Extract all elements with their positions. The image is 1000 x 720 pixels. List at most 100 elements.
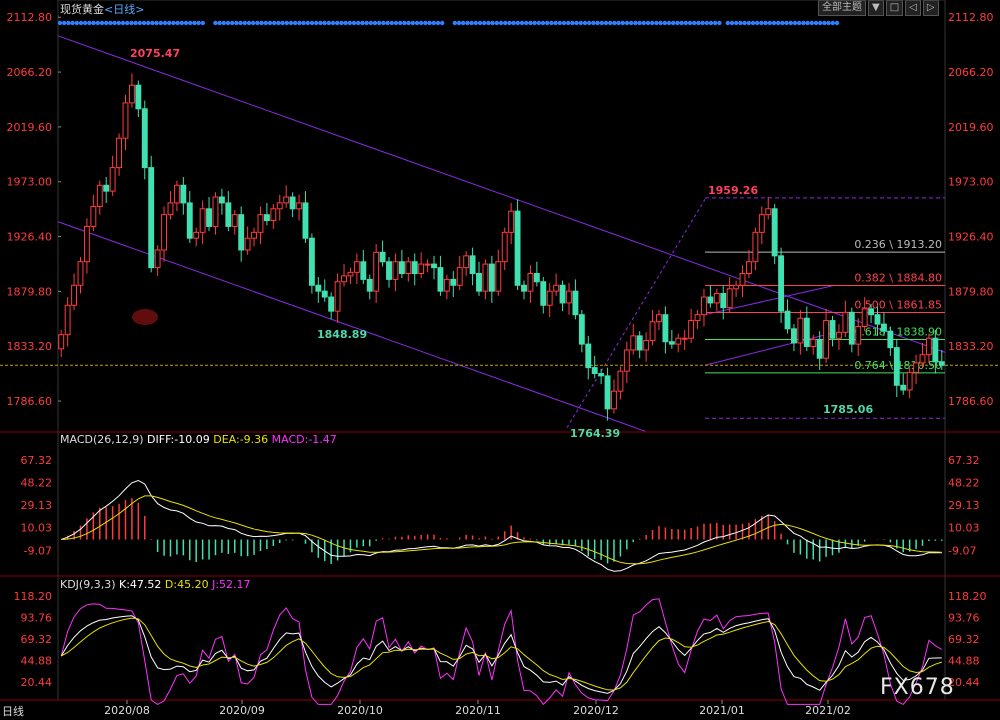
candle-body (836, 331, 842, 339)
price-chart[interactable]: 2112.80 2112.80 2066.20 2066.20 2019.60 2019.… (0, 0, 1000, 720)
event-dot (255, 20, 260, 26)
event-dot (406, 20, 411, 26)
candle-body (707, 296, 714, 304)
event-dot (129, 20, 134, 26)
candle-body (128, 84, 135, 104)
macd-tick-right: 67.32 (948, 454, 980, 467)
event-dot (61, 20, 67, 26)
fib-label: 0.236 \ 1913.20 (854, 238, 942, 251)
event-dot (595, 20, 600, 26)
event-dot (679, 20, 684, 26)
kdj-tick-left: 20.44 (21, 676, 53, 689)
candle-body (443, 278, 450, 292)
event-dot (167, 20, 172, 26)
price-tick-right: 1973.00 (948, 176, 994, 189)
event-dot (767, 20, 772, 26)
event-dot (410, 20, 415, 26)
candle-body (913, 362, 920, 373)
event-dot (675, 20, 680, 26)
candle-body (141, 108, 148, 169)
macd-diff-label: DIFF:-10.09 (147, 433, 210, 446)
macd-dea-label: DEA:-9.36 (213, 433, 269, 446)
event-dot (91, 20, 96, 26)
event-dot (242, 20, 247, 26)
candle-body (656, 314, 662, 323)
kdj-k-label: K:47.52 (119, 578, 162, 591)
event-dot (146, 20, 151, 26)
candle-body (617, 370, 624, 392)
price-tick-left: 2112.80 (7, 11, 53, 24)
event-dot (788, 20, 793, 26)
event-dot (742, 20, 747, 26)
event-dot (771, 20, 777, 26)
candle-body (726, 288, 733, 309)
event-dot (66, 20, 71, 26)
event-dot (225, 20, 231, 26)
candle-body (906, 371, 913, 391)
candle-body (919, 354, 926, 364)
event-dot (629, 20, 634, 26)
candle-body (109, 167, 116, 192)
candle-body (681, 337, 688, 340)
event-dot (246, 20, 252, 26)
event-dot (335, 20, 340, 26)
event-dot (141, 20, 147, 26)
candle-body (578, 314, 585, 345)
highlight-marker (132, 309, 158, 326)
event-dot (561, 20, 567, 26)
event-dot (608, 20, 613, 26)
price-tick-left: 1973.00 (7, 176, 53, 189)
event-dot (74, 20, 80, 26)
event-dot (494, 20, 499, 26)
kdj-tick-left: 44.88 (21, 655, 53, 668)
event-dot (364, 20, 369, 26)
candle-body (328, 296, 335, 312)
candle-body (746, 261, 752, 275)
event-dot (574, 20, 579, 26)
x-tick-label: 2020/09 (219, 704, 265, 717)
candle-body (225, 202, 232, 227)
event-dot (288, 20, 294, 26)
event-dot (549, 20, 554, 26)
candle-body (713, 293, 720, 304)
event-dot (125, 20, 130, 26)
candle-body (694, 314, 701, 322)
period-tab[interactable]: 日线 (2, 703, 24, 719)
candle-body (810, 338, 817, 347)
event-dot (746, 20, 751, 26)
event-dot (671, 20, 676, 26)
candle-body (611, 390, 617, 410)
event-dot (616, 20, 621, 26)
candle-body (482, 263, 489, 292)
price-tick-right: 1879.80 (948, 285, 994, 298)
candle-body (373, 251, 380, 292)
price-tick-left: 1926.40 (7, 231, 53, 244)
candle-body (816, 338, 823, 359)
event-dot (322, 20, 327, 26)
macd-tick-right: -9.07 (948, 544, 976, 557)
kdj-tick-right: 93.76 (948, 611, 980, 624)
candle-body (546, 290, 553, 306)
kdj-tick-left: 118.20 (14, 590, 53, 603)
event-dot (666, 20, 672, 26)
event-dot (519, 20, 525, 26)
candle-body (887, 330, 894, 349)
event-dot (503, 20, 508, 26)
candle-body (739, 273, 746, 286)
event-dot (797, 20, 802, 26)
candle-body (559, 284, 566, 304)
event-dot (738, 20, 743, 26)
candle-body (77, 261, 84, 286)
macd-tick-left: 29.13 (21, 499, 53, 512)
event-dot (238, 20, 243, 26)
event-dot (276, 20, 281, 26)
event-dot (658, 20, 663, 26)
price-tick-left: 2066.20 (7, 66, 53, 79)
candle-body (263, 214, 270, 222)
price-tick-left: 2019.60 (7, 121, 53, 134)
price-tick-right: 2066.20 (948, 66, 994, 79)
candle-body (321, 290, 328, 298)
candle-body (212, 196, 219, 227)
event-dot (108, 20, 113, 26)
candle-body (135, 84, 142, 110)
